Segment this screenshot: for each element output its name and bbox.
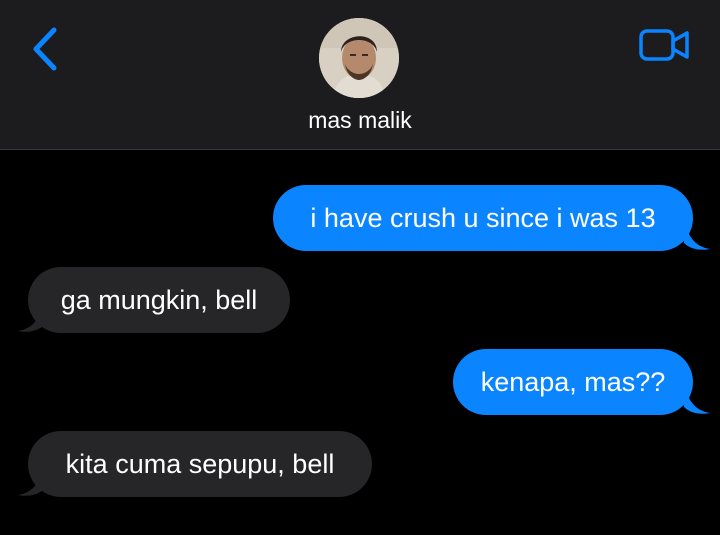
chevron-left-icon	[33, 27, 57, 71]
message-bubble-sent[interactable]: i have crush u since i was 13	[273, 185, 693, 251]
contact-name[interactable]: mas malik	[0, 106, 720, 134]
contact-photo	[319, 18, 399, 98]
bubble-tail	[684, 221, 710, 250]
message-bubble-sent[interactable]: kenapa, mas??	[453, 349, 693, 415]
message-text: kita cuma sepupu, bell	[65, 449, 335, 479]
video-camera-icon	[639, 29, 689, 61]
bubble-tail	[18, 467, 44, 496]
video-call-button[interactable]	[638, 27, 692, 63]
conversation-header: mas malik	[0, 0, 720, 150]
bubble-tail	[18, 303, 44, 332]
messages-screen: mas malik i have crush u since i was 13 …	[0, 0, 720, 535]
message-bubble-received[interactable]: kita cuma sepupu, bell	[28, 431, 372, 497]
message-text: i have crush u since i was 13	[310, 203, 656, 233]
message-text: kenapa, mas??	[480, 367, 666, 397]
avatar[interactable]	[319, 18, 399, 98]
back-button[interactable]	[24, 24, 68, 76]
message-bubble-received[interactable]: ga mungkin, bell	[28, 267, 290, 333]
bubble-tail	[684, 385, 710, 414]
message-text: ga mungkin, bell	[60, 285, 258, 315]
